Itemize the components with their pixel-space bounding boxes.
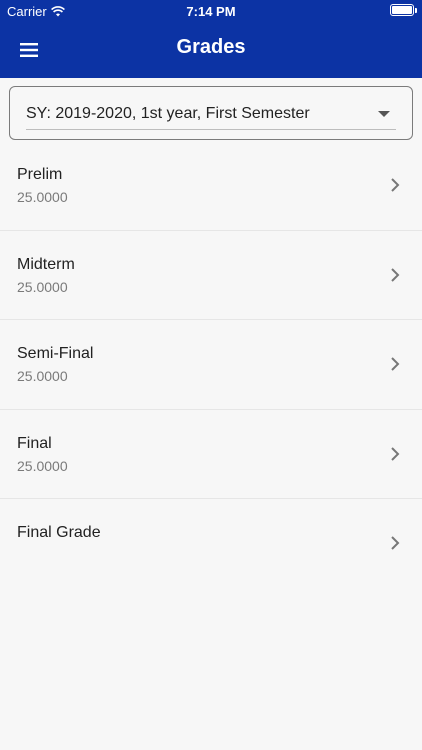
chevron-right-icon (391, 267, 400, 282)
caret-down-icon (378, 111, 390, 117)
grade-label: Final (17, 434, 52, 452)
grade-row-final[interactable]: Final 25.0000 (0, 410, 422, 499)
grade-value: 25.0000 (17, 278, 68, 295)
page-title: Grades (176, 36, 246, 58)
grade-value: 25.0000 (17, 457, 68, 474)
grade-value: 25.0000 (17, 368, 68, 384)
grades-list: Prelim 25.0000 Midterm 25.0000 Semi-Fina… (0, 141, 422, 589)
toolbar: Grades (0, 22, 422, 78)
chevron-right-icon (391, 536, 400, 550)
grade-row-final-grade[interactable]: Final Grade (0, 499, 422, 589)
grade-label: Prelim (17, 166, 63, 183)
grade-value: 25.0000 (17, 189, 68, 205)
grade-label: Midterm (17, 255, 75, 273)
grade-row-midterm[interactable]: Midterm 25.0000 (0, 231, 422, 320)
grade-row-prelim[interactable]: Prelim 25.0000 (0, 141, 422, 231)
semester-dropdown[interactable]: SY: 2019-2020, 1st year, First Semester (9, 86, 413, 140)
grade-label: Semi-Final (17, 345, 94, 362)
clock: 7:14 PM (186, 4, 236, 19)
grade-label: Final Grade (17, 524, 101, 541)
app-header: Carrier 7:14 PM Grades (0, 0, 422, 78)
dropdown-underline (26, 129, 396, 130)
dropdown-selected-value: SY: 2019-2020, 1st year, First Semester (26, 105, 310, 122)
chevron-right-icon (391, 178, 400, 192)
status-bar: Carrier 7:14 PM (0, 0, 422, 22)
grade-row-semi-final[interactable]: Semi-Final 25.0000 (0, 320, 422, 410)
chevron-right-icon (391, 446, 400, 461)
chevron-right-icon (391, 357, 400, 371)
battery-icon (390, 4, 417, 16)
